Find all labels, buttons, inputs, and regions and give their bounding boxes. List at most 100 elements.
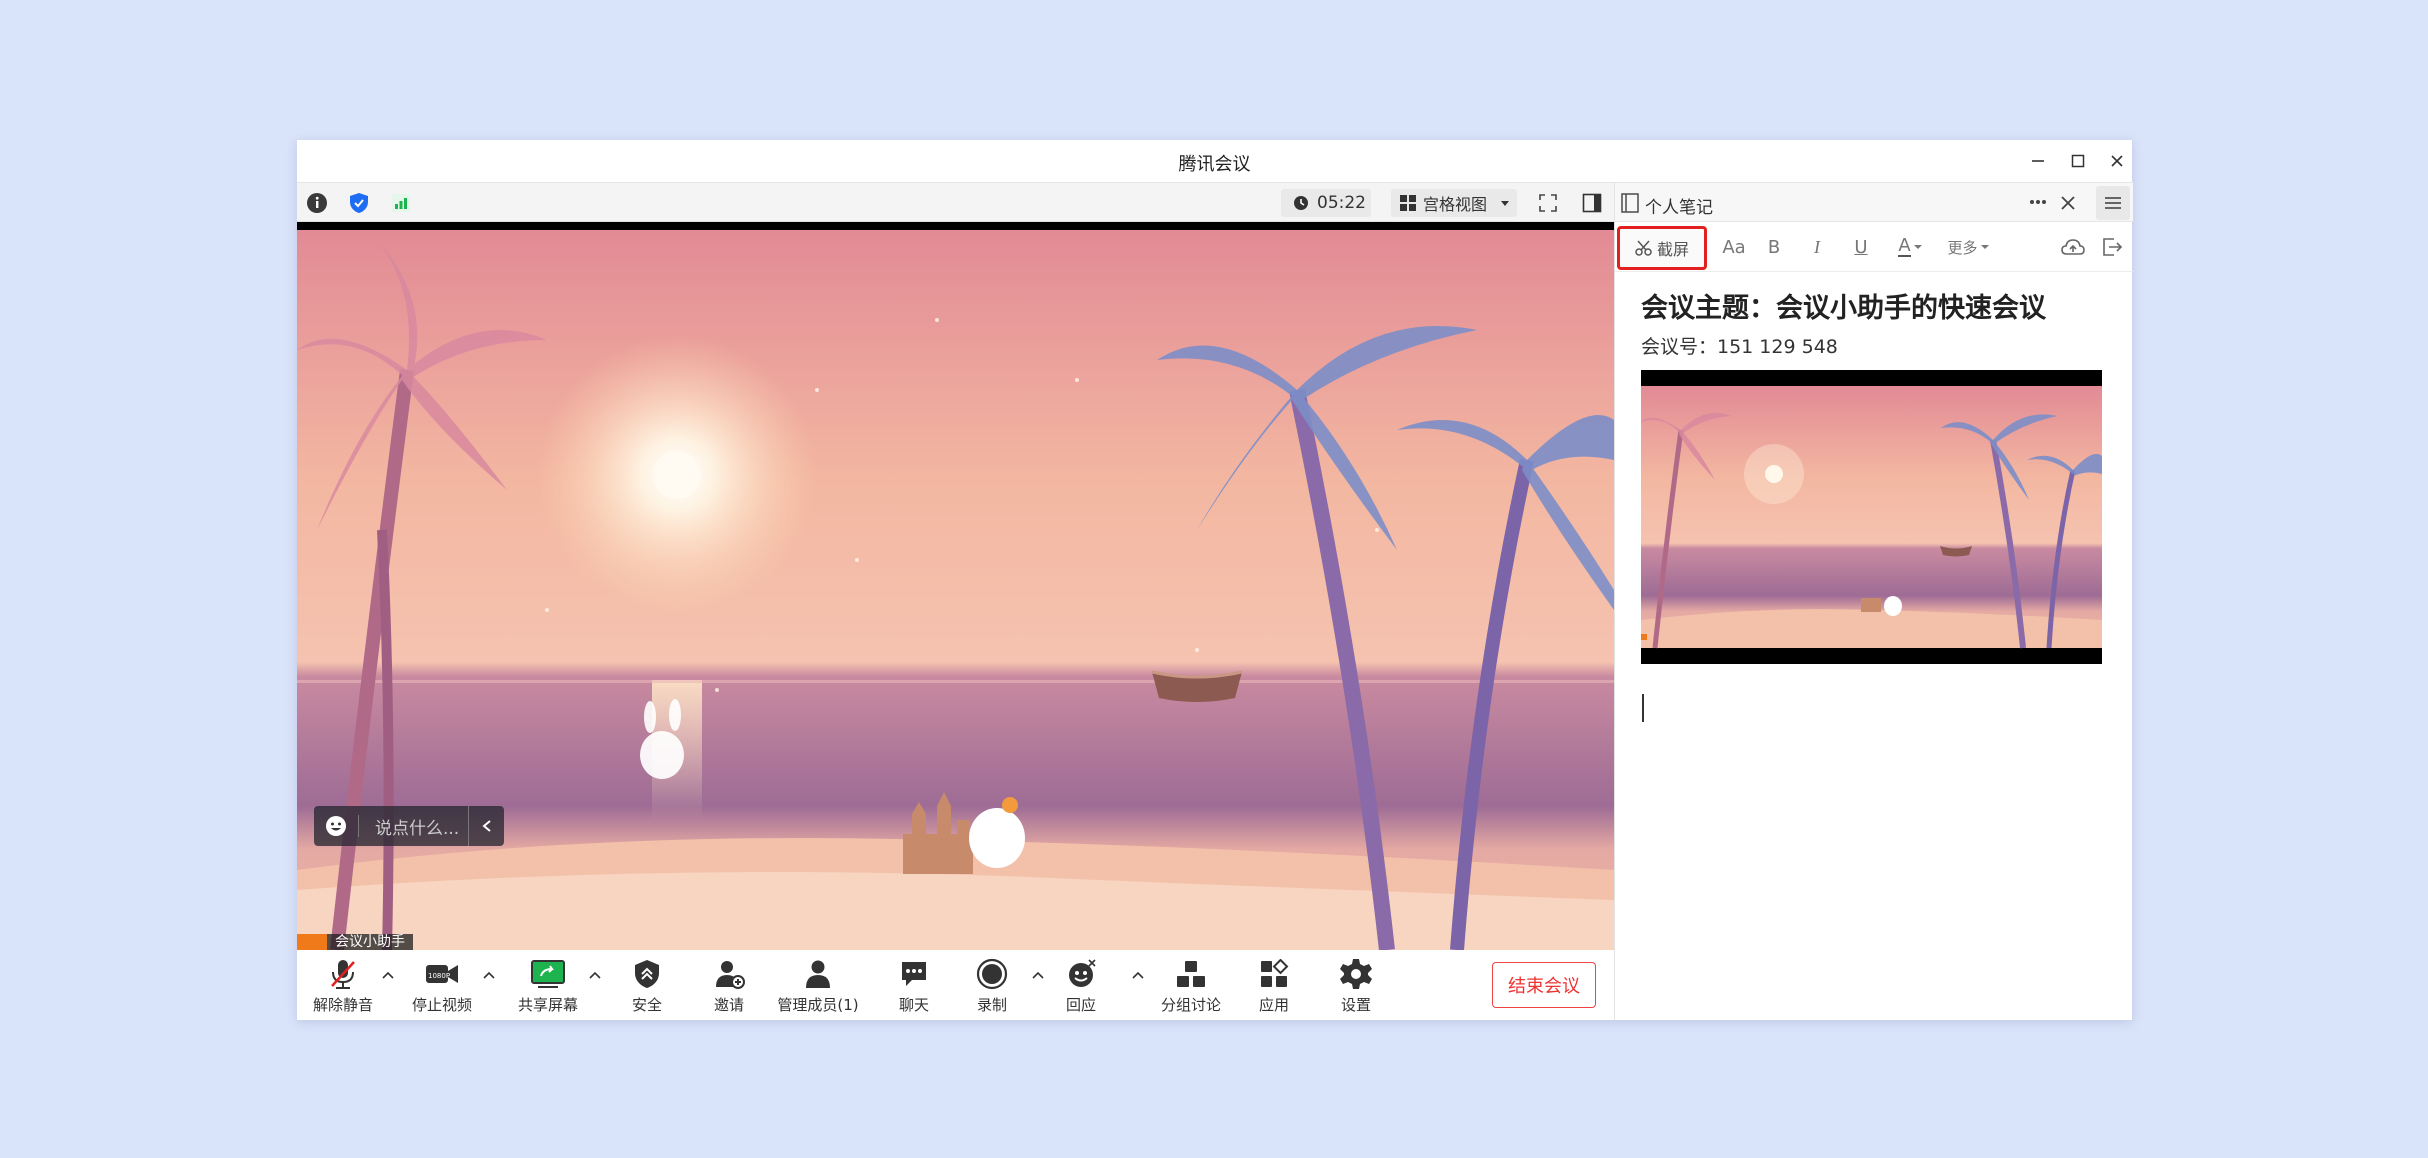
chevron-up-icon bbox=[589, 971, 601, 979]
shield-icon bbox=[627, 956, 667, 992]
text-cursor bbox=[1642, 694, 1644, 722]
stop-video-label: 停止视频 bbox=[411, 996, 472, 1014]
chat-button[interactable]: 聊天 bbox=[884, 956, 944, 1016]
maximize-button[interactable] bbox=[2065, 148, 2091, 174]
view-mode-select[interactable]: 宫格视图 bbox=[1391, 189, 1517, 217]
meeting-window: 腾讯会议 05:22 宫格视图 说点什么... 会议小助手 解除静音 1080P… bbox=[297, 140, 2133, 1020]
font-size-button[interactable]: Aa bbox=[1719, 234, 1749, 260]
breakout-icon bbox=[1171, 956, 1211, 992]
apps-label: 应用 bbox=[1258, 996, 1289, 1014]
stop-video-button[interactable]: 1080P 停止视频 bbox=[407, 956, 477, 1016]
record-icon bbox=[972, 956, 1012, 992]
info-icon[interactable] bbox=[305, 191, 329, 215]
reaction-hand-icon bbox=[1061, 956, 1101, 992]
reaction-label: 回应 bbox=[1065, 996, 1096, 1014]
security-shield-icon[interactable] bbox=[347, 191, 371, 215]
manage-members-label: 管理成员(1) bbox=[777, 996, 859, 1014]
collapse-chat-button[interactable] bbox=[468, 806, 504, 846]
record-button[interactable]: 录制 bbox=[962, 956, 1022, 1016]
dropdown-arrow-icon bbox=[1980, 245, 1989, 249]
title-bar: 腾讯会议 bbox=[297, 140, 2132, 182]
hamburger-menu-icon bbox=[2105, 197, 2121, 209]
chevron-up-icon bbox=[382, 971, 394, 979]
share-screen-label: 共享屏幕 bbox=[517, 996, 578, 1014]
notes-menu-button[interactable] bbox=[2096, 186, 2130, 220]
notebook-icon bbox=[1621, 193, 1639, 213]
maximize-icon bbox=[2071, 154, 2085, 168]
share-screen-button[interactable]: 共享屏幕 bbox=[513, 956, 583, 1016]
video-camera-icon: 1080P bbox=[422, 956, 462, 992]
apps-grid-icon bbox=[1254, 956, 1294, 992]
window-title: 腾讯会议 bbox=[1178, 154, 1251, 175]
bold-button[interactable]: B bbox=[1763, 234, 1785, 260]
breakout-rooms-button[interactable]: 分组讨论 bbox=[1151, 956, 1231, 1016]
screenshot-label: 截屏 bbox=[1656, 240, 1689, 259]
breakout-label: 分组讨论 bbox=[1160, 996, 1221, 1014]
chat-placeholder[interactable]: 说点什么... bbox=[359, 814, 468, 839]
unmute-button[interactable]: 解除静音 bbox=[309, 956, 377, 1016]
side-panel-toggle[interactable] bbox=[1579, 190, 1605, 216]
personal-notes-panel: 个人笔记 截屏 Aa B I U A 更多 会议主题：会议小助手的快速会议 会议… bbox=[1614, 182, 2133, 1020]
share-options-caret[interactable] bbox=[588, 968, 602, 982]
video-stage: 说点什么... 会议小助手 bbox=[297, 222, 1614, 950]
chevron-left-icon bbox=[481, 820, 491, 832]
minimize-icon bbox=[2032, 160, 2044, 162]
chevron-up-icon bbox=[483, 971, 495, 979]
clock-icon bbox=[1294, 196, 1308, 210]
close-window-button[interactable] bbox=[2104, 148, 2130, 174]
font-color-button[interactable]: A bbox=[1895, 234, 1925, 260]
unmute-label: 解除静音 bbox=[312, 996, 373, 1014]
view-mode-label: 宫格视图 bbox=[1423, 195, 1488, 214]
cloud-upload-button[interactable] bbox=[2060, 234, 2086, 260]
share-screen-icon bbox=[528, 956, 568, 992]
meeting-toolbar: 解除静音 1080P 停止视频 共享屏幕 安全 邀请 管理成员(1) 聊天 录制… bbox=[297, 950, 1614, 1020]
italic-button[interactable]: I bbox=[1807, 234, 1827, 260]
export-icon bbox=[2103, 238, 2123, 256]
close-icon bbox=[2111, 155, 2123, 167]
export-button[interactable] bbox=[2099, 234, 2125, 260]
record-options-caret[interactable] bbox=[1031, 968, 1045, 982]
meeting-timer: 05:22 bbox=[1281, 189, 1371, 217]
scissors-icon bbox=[1635, 240, 1652, 256]
screenshot-thumbnail[interactable] bbox=[1641, 370, 2102, 664]
signal-icon[interactable] bbox=[389, 191, 413, 215]
meeting-id: 会议号：151 129 548 bbox=[1641, 336, 1838, 358]
notes-format-toolbar: 截屏 Aa B I U A 更多 bbox=[1615, 222, 2133, 272]
svg-text:1080P: 1080P bbox=[428, 972, 450, 980]
chat-bubble-icon bbox=[894, 956, 934, 992]
end-meeting-button[interactable]: 结束会议 bbox=[1492, 962, 1596, 1008]
dropdown-arrow-icon bbox=[1913, 245, 1922, 249]
more-format-button[interactable]: 更多 bbox=[1945, 234, 1991, 260]
audio-options-caret[interactable] bbox=[381, 968, 395, 982]
invite-button[interactable]: 邀请 bbox=[699, 956, 759, 1016]
fullscreen-button[interactable] bbox=[1535, 190, 1561, 216]
font-color-label: A bbox=[1898, 235, 1911, 257]
close-icon bbox=[2061, 196, 2075, 210]
screenshot-image bbox=[1641, 370, 2102, 664]
reaction-button[interactable]: 回应 bbox=[1051, 956, 1111, 1016]
chat-input-bubble[interactable]: 说点什么... bbox=[314, 806, 504, 846]
grid-view-icon bbox=[1400, 195, 1416, 211]
chat-label: 聊天 bbox=[898, 996, 929, 1014]
settings-button[interactable]: 设置 bbox=[1326, 956, 1386, 1016]
emoji-icon[interactable] bbox=[314, 806, 358, 846]
video-options-caret[interactable] bbox=[482, 968, 496, 982]
apps-button[interactable]: 应用 bbox=[1244, 956, 1304, 1016]
notes-title: 个人笔记 bbox=[1645, 198, 1713, 218]
settings-label: 设置 bbox=[1340, 996, 1371, 1014]
dropdown-arrow-icon bbox=[1501, 201, 1510, 206]
reaction-options-caret[interactable] bbox=[1131, 968, 1145, 982]
doc-title: 会议主题：会议小助手的快速会议 bbox=[1641, 293, 2046, 324]
members-icon bbox=[798, 956, 838, 992]
more-format-label: 更多 bbox=[1947, 238, 1978, 257]
screenshot-button[interactable]: 截屏 bbox=[1617, 226, 1707, 270]
manage-members-button[interactable]: 管理成员(1) bbox=[773, 956, 863, 1016]
underline-button[interactable]: U bbox=[1851, 234, 1871, 260]
security-button[interactable]: 安全 bbox=[617, 956, 677, 1016]
minimize-button[interactable] bbox=[2025, 148, 2051, 174]
more-options-button[interactable] bbox=[2025, 189, 2051, 215]
meeting-top-bar: 05:22 宫格视图 bbox=[297, 182, 1614, 222]
notes-document[interactable]: 会议主题：会议小助手的快速会议 会议号：151 129 548 bbox=[1615, 272, 2133, 1020]
close-notes-button[interactable] bbox=[2055, 190, 2081, 216]
microphone-muted-icon bbox=[323, 956, 363, 992]
